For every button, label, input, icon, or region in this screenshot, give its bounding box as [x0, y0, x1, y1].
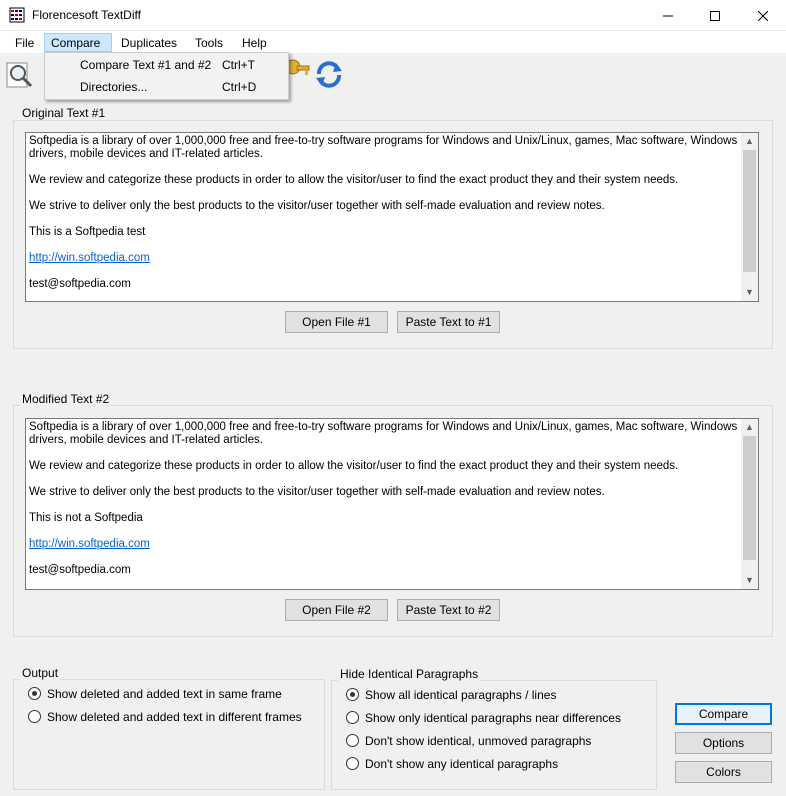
paragraph: This is a Softpedia test [29, 226, 146, 238]
menu-tools[interactable]: Tools [189, 34, 229, 53]
radio-button[interactable] [346, 711, 359, 724]
paragraph: We review and categorize these products … [29, 174, 679, 186]
scroll-down-icon[interactable]: ▼ [741, 572, 758, 589]
menu-bar: File Compare Duplicates Tools Help [0, 31, 786, 53]
menu-directories[interactable]: Directories... Ctrl+D [45, 76, 288, 98]
refresh-icon[interactable] [314, 59, 344, 89]
output-title: Output [20, 666, 61, 680]
magnifier-icon[interactable] [5, 60, 35, 90]
scroll-down-icon[interactable]: ▼ [741, 284, 758, 301]
menu-item-label: Compare Text #1 and #2 [80, 58, 212, 72]
compare-dropdown-menu: Compare Text #1 and #2 Ctrl+T Directorie… [44, 52, 289, 100]
close-button[interactable] [740, 0, 786, 31]
title-bar: Florencesoft TextDiff [0, 0, 786, 31]
open-file-1-button[interactable]: Open File #1 [285, 311, 388, 333]
radio-label: Show deleted and added text in different… [47, 710, 302, 724]
minimize-icon [663, 15, 673, 16]
vertical-scrollbar[interactable]: ▲ ▼ [741, 419, 758, 589]
original-text-title: Original Text #1 [20, 106, 108, 120]
scroll-thumb[interactable] [743, 436, 756, 560]
link[interactable]: http://win.softpedia.com [29, 538, 741, 551]
open-file-2-button[interactable]: Open File #2 [285, 599, 388, 621]
paragraph: We review and categorize these products … [29, 460, 679, 472]
paragraph: This is not a Softpedia [29, 512, 143, 524]
paragraph: test@softpedia.com [29, 278, 131, 290]
app-icon [9, 7, 25, 23]
menu-duplicates[interactable]: Duplicates [115, 34, 183, 53]
menu-item-shortcut: Ctrl+D [222, 80, 257, 94]
menu-compare[interactable]: Compare [44, 33, 112, 52]
original-textarea[interactable]: Softpedia is a library of over 1,000,000… [25, 132, 759, 302]
scroll-up-icon[interactable]: ▲ [741, 419, 758, 436]
paste-text-2-button[interactable]: Paste Text to #2 [397, 599, 500, 621]
paragraph: test@softpedia.com [29, 564, 131, 576]
close-icon [758, 10, 768, 21]
menu-file[interactable]: File [9, 34, 40, 53]
paragraph: Softpedia is a library of over 1,000,000… [29, 135, 738, 160]
radio-label: Show only identical paragraphs near diff… [365, 711, 621, 725]
modified-textarea[interactable]: Softpedia is a library of over 1,000,000… [25, 418, 759, 590]
radio-label: Don't show identical, unmoved paragraphs [365, 734, 592, 748]
paragraph: We strive to deliver only the best produ… [29, 486, 605, 498]
radio-label: Show deleted and added text in same fram… [47, 687, 282, 701]
vertical-scrollbar[interactable]: ▲ ▼ [741, 133, 758, 301]
menu-item-shortcut: Ctrl+T [222, 58, 255, 72]
radio-label: Show all identical paragraphs / lines [365, 688, 557, 702]
menu-compare-text[interactable]: Compare Text #1 and #2 Ctrl+T [45, 54, 288, 76]
scroll-thumb[interactable] [743, 150, 756, 272]
scroll-up-icon[interactable]: ▲ [741, 133, 758, 150]
radio-button[interactable] [28, 710, 41, 723]
colors-button[interactable]: Colors [675, 761, 772, 783]
modified-text-title: Modified Text #2 [20, 392, 112, 406]
paragraph: Softpedia is a library of over 1,000,000… [29, 421, 738, 446]
window-title: Florencesoft TextDiff [32, 8, 141, 22]
compare-button[interactable]: Compare [675, 703, 772, 725]
paragraph: We strive to deliver only the best produ… [29, 200, 605, 212]
menu-help[interactable]: Help [236, 34, 273, 53]
paste-text-1-button[interactable]: Paste Text to #1 [397, 311, 500, 333]
radio-label: Don't show any identical paragraphs [365, 757, 559, 771]
link[interactable]: http://win.softpedia.com [29, 252, 741, 265]
radio-button[interactable] [28, 687, 41, 700]
hide-identical-title: Hide Identical Paragraphs [338, 667, 481, 681]
menu-item-label: Directories... [80, 80, 148, 94]
minimize-button[interactable] [645, 0, 691, 31]
radio-button[interactable] [346, 757, 359, 770]
maximize-button[interactable] [692, 0, 738, 31]
radio-button[interactable] [346, 734, 359, 747]
options-button[interactable]: Options [675, 732, 772, 754]
maximize-icon [710, 10, 720, 21]
radio-button[interactable] [346, 688, 359, 701]
